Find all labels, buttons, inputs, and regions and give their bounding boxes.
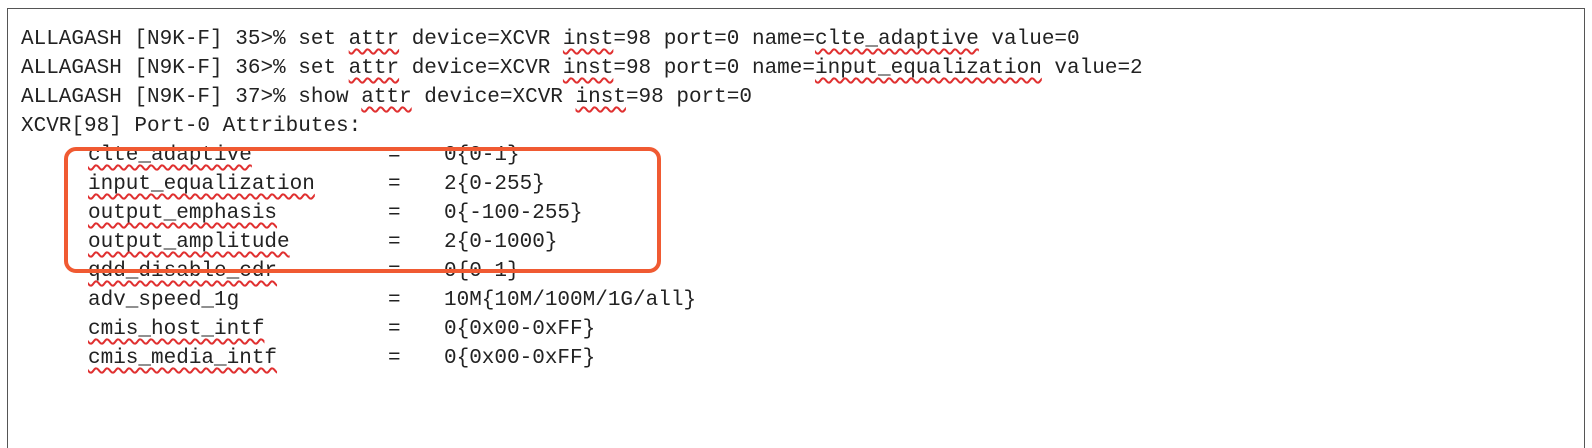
attribute-equals: = <box>388 173 401 196</box>
attribute-value: 10M{10M/100M/1G/all} <box>444 289 697 312</box>
prompt: ALLAGASH [N9K-F] 35>% <box>21 28 299 51</box>
command-verb: set <box>298 28 349 51</box>
attribute-row: cmis_media_intf = 0{0x00-0xFF} <box>88 346 595 372</box>
attribute-value: 2{0-1000} <box>444 231 558 254</box>
terminal-output: ALLAGASH [N9K-F] 35>% set attr device=XC… <box>7 8 1585 448</box>
command-args: =98 port=0 <box>625 86 752 109</box>
attribute-row: cmis_host_intf = 0{0x00-0xFF} <box>88 317 595 343</box>
command-line: ALLAGASH [N9K-F] 35>% set attr device=XC… <box>21 27 1080 53</box>
attribute-name: cmis_host_intf <box>88 318 265 341</box>
command-line: ALLAGASH [N9K-F] 37>% show attr device=X… <box>21 85 752 111</box>
attribute-value: 2{0-255} <box>444 173 545 196</box>
attribute-equals: = <box>388 347 401 370</box>
attribute-name: qdd_disable_cdr <box>88 260 278 283</box>
attribute-name: adv_speed_1g <box>88 289 240 312</box>
attr-name-arg: input_equalization <box>814 57 1042 80</box>
attribute-row: clte_adaptive = 0{0-1} <box>88 143 520 169</box>
attribute-value: 0{0-1} <box>444 144 520 167</box>
attribute-name: output_amplitude <box>88 231 290 254</box>
attribute-name: input_equalization <box>88 173 315 196</box>
attribute-equals: = <box>388 231 401 254</box>
command-line: ALLAGASH [N9K-F] 36>% set attr device=XC… <box>21 56 1143 82</box>
attr-keyword: attr <box>348 57 400 80</box>
attr-keyword: attr <box>361 86 412 109</box>
command-args: device=XCVR <box>399 57 563 80</box>
attribute-equals: = <box>388 260 401 283</box>
attribute-equals: = <box>388 318 401 341</box>
command-verb: show <box>298 86 362 109</box>
attribute-equals: = <box>388 202 401 225</box>
attribute-value: 0{-100-255} <box>444 202 583 225</box>
command-verb: set <box>298 57 349 80</box>
attribute-name: output_emphasis <box>88 202 278 225</box>
attribute-row: output_emphasis = 0{-100-255} <box>88 201 583 227</box>
attributes-header: XCVR[98] Port-0 Attributes: <box>21 115 362 138</box>
prompt: ALLAGASH [N9K-F] 36>% <box>21 57 299 80</box>
command-args: =98 port=0 name= <box>613 57 815 80</box>
attribute-row: output_amplitude = 2{0-1000} <box>88 230 557 256</box>
command-args: device=XCVR <box>411 86 576 109</box>
attribute-name: clte_adaptive <box>88 144 252 167</box>
inst-keyword: inst <box>575 86 626 109</box>
inst-keyword: inst <box>562 28 614 51</box>
command-args: device=XCVR <box>399 28 563 51</box>
attribute-name: cmis_media_intf <box>88 347 278 370</box>
attr-keyword: attr <box>348 28 400 51</box>
attribute-row: qdd_disable_cdr = 0{0-1} <box>88 259 520 285</box>
attribute-equals: = <box>388 144 401 167</box>
attribute-row: input_equalization = 2{0-255} <box>88 172 545 198</box>
command-args: value=0 <box>978 28 1080 51</box>
prompt: ALLAGASH [N9K-F] 37>% <box>21 86 299 109</box>
command-args: value=2 <box>1041 57 1143 80</box>
command-args: =98 port=0 name= <box>613 28 815 51</box>
attribute-equals: = <box>388 289 401 312</box>
attribute-value: 0{0x00-0xFF} <box>444 347 596 370</box>
attribute-row: adv_speed_1g = 10M{10M/100M/1G/all} <box>88 288 696 314</box>
attr-name-arg: clte_adaptive <box>814 28 979 51</box>
attribute-value: 0{0x00-0xFF} <box>444 318 596 341</box>
attribute-value: 0{0-1} <box>444 260 520 283</box>
inst-keyword: inst <box>562 57 614 80</box>
